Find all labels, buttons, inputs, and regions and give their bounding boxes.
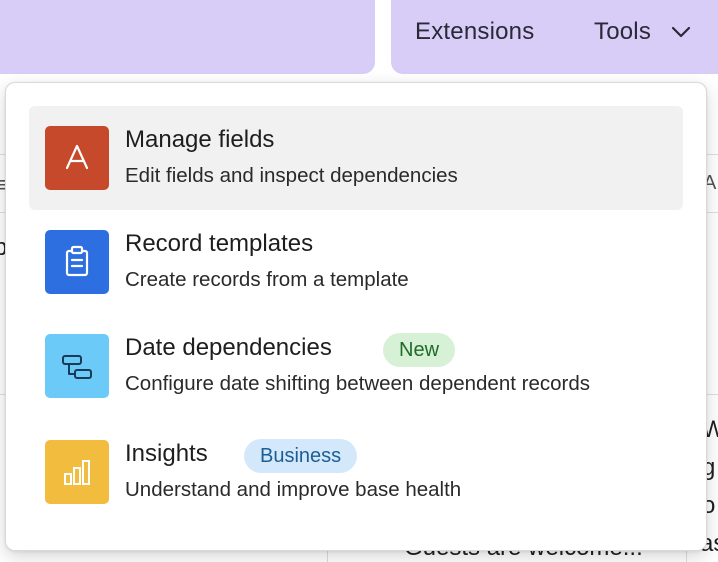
extensions-tab[interactable]: Extensions bbox=[415, 18, 534, 46]
chevron-down-icon[interactable] bbox=[670, 24, 692, 40]
menu-item-title: Date dependencies bbox=[125, 334, 332, 361]
menu-item-insights[interactable]: Insights Business Understand and improve… bbox=[29, 420, 683, 524]
menu-item-description: Understand and improve base health bbox=[125, 478, 462, 501]
tools-dropdown-menu: Manage fields Edit fields and inspect de… bbox=[5, 82, 707, 551]
menu-item-date-dependencies[interactable]: Date dependencies New Configure date shi… bbox=[29, 314, 683, 418]
field-a-icon bbox=[45, 126, 109, 190]
topbar-left-section bbox=[0, 0, 375, 74]
tools-tab[interactable]: Tools bbox=[594, 18, 651, 46]
menu-item-title: Insights bbox=[125, 440, 208, 467]
business-badge: Business bbox=[244, 439, 358, 473]
menu-item-description: Edit fields and inspect dependencies bbox=[125, 164, 458, 187]
dependency-icon bbox=[45, 334, 109, 398]
menu-item-record-templates[interactable]: Record templates Create records from a t… bbox=[29, 210, 683, 314]
menu-item-description: Create records from a template bbox=[125, 268, 409, 291]
app-screen: ≡ b A W g o as Guests are welcome... Ext… bbox=[0, 0, 718, 562]
menu-item-manage-fields[interactable]: Manage fields Edit fields and inspect de… bbox=[29, 106, 683, 210]
new-badge: New bbox=[383, 333, 456, 367]
clipboard-icon bbox=[45, 230, 109, 294]
menu-item-title: Record templates bbox=[125, 230, 314, 257]
menu-item-title: Manage fields bbox=[125, 126, 275, 153]
menu-item-description: Configure date shifting between dependen… bbox=[125, 372, 590, 395]
bar-chart-icon bbox=[45, 440, 109, 504]
